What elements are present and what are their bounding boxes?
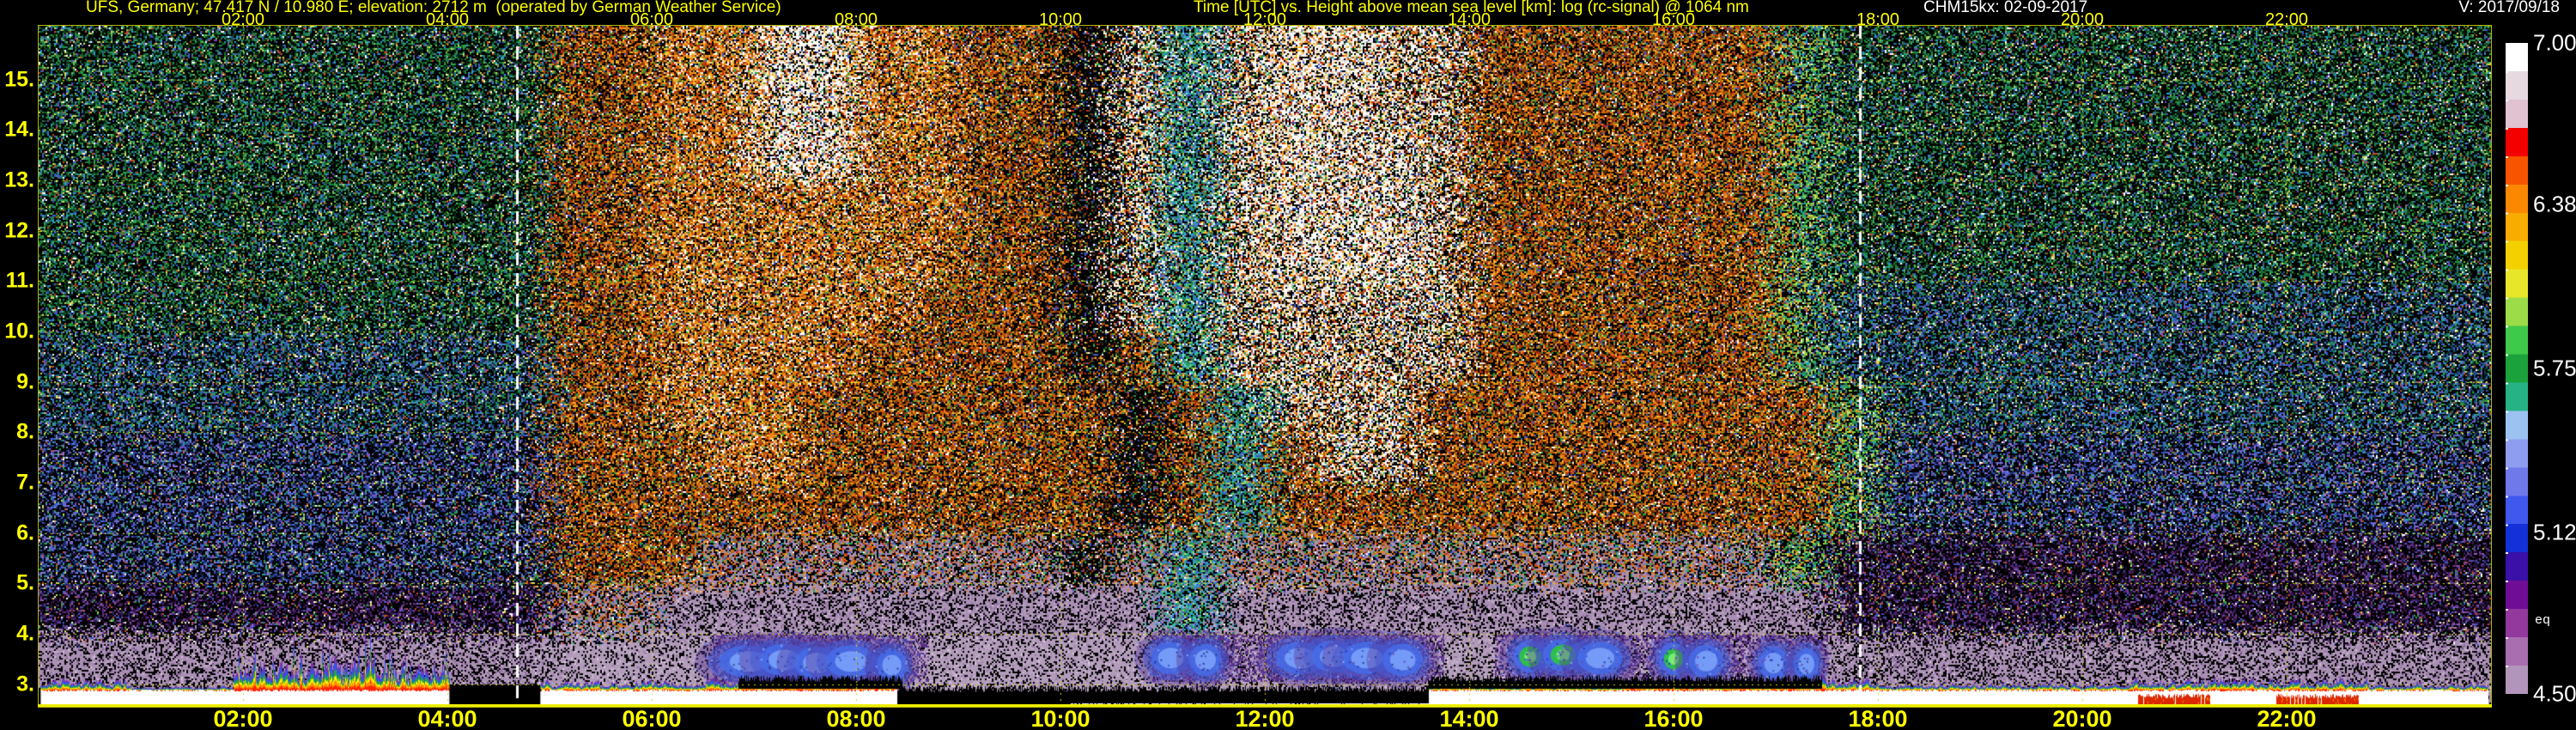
colorbar-tick-label: 5.12 [2533,519,2576,545]
x-tick-bottom: 02:00 [213,706,273,730]
x-tick-bottom: 14:00 [1439,706,1499,730]
x-tick-bottom: 06:00 [622,706,682,730]
y-tick: 12. [4,218,34,243]
x-tick-bottom: 20:00 [2052,706,2112,730]
x-tick-bottom: 18:00 [1848,706,1908,730]
x-tick-bottom: 04:00 [417,706,477,730]
y-tick: 15. [4,67,34,92]
y-tick: 7. [16,470,34,495]
x-axis-line [38,704,2492,707]
colorbar-tick-label: 4.50 [2533,680,2576,707]
y-tick: 8. [16,419,34,444]
y-tick: 10. [4,319,34,344]
colorbar-tick-label: 7.00 [2533,29,2576,56]
x-tick-bottom: 22:00 [2257,706,2317,730]
y-tick: 13. [4,167,34,192]
colorbar [2506,43,2528,694]
x-tick-bottom: 16:00 [1643,706,1704,730]
x-tick-bottom: 08:00 [826,706,886,730]
x-tick-bottom: 10:00 [1030,706,1091,730]
y-tick: 6. [16,520,34,545]
y-tick: 11. [5,268,34,293]
x-tick-bottom: 12:00 [1235,706,1295,730]
y-tick: 4. [16,621,34,646]
colorbar-tick-label: 6.38 [2533,191,2576,217]
y-tick: 9. [16,369,34,394]
colorbar-tickmarks [2506,43,2508,694]
y-tick: 5. [16,570,34,595]
backscatter-heatmap [39,26,2491,707]
colorbar-eq-label: eq [2535,613,2551,628]
colorbar-tick-label: 5.75 [2533,355,2576,381]
ceilometer-quicklook: UFS, Germany; 47.417 N / 10.980 E; eleva… [0,0,2576,730]
y-tick: 3. [16,672,34,697]
y-tick: 14. [4,117,34,142]
version-label: V: 2017/09/18 [2458,0,2560,16]
